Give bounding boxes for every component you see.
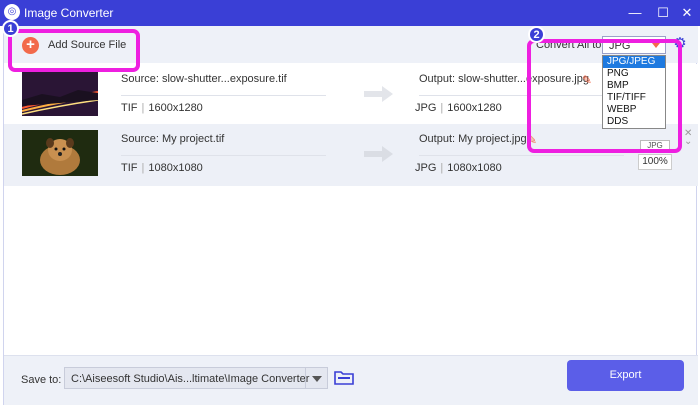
arrow-right-icon xyxy=(364,86,393,102)
output-info: JPG | 1080x1080 xyxy=(415,162,502,174)
folder-icon[interactable] xyxy=(334,369,354,385)
step-badge-1: 1 xyxy=(2,20,19,37)
separator: | xyxy=(440,162,444,174)
save-path-select[interactable]: C:\Aiseesoft Studio\Ais...ltimate\Image … xyxy=(64,367,328,389)
divider xyxy=(121,95,326,96)
output-format: JPG xyxy=(415,162,437,174)
step-badge-2: 2 xyxy=(528,26,545,43)
highlight-box-add-source xyxy=(8,29,140,72)
divider xyxy=(121,155,326,156)
output-filename: Output: My project.jpg xyxy=(419,133,527,145)
source-info: TIF | 1600x1280 xyxy=(121,102,203,114)
file-thumbnail xyxy=(22,70,98,116)
puppy-thumbnail-image xyxy=(22,130,98,176)
output-size: 1080x1080 xyxy=(447,162,502,174)
highlight-box-convert-all xyxy=(527,39,682,153)
chevron-down-icon[interactable] xyxy=(305,368,327,388)
separator: | xyxy=(141,102,145,114)
window-title: Image Converter xyxy=(24,6,114,20)
source-format: TIF xyxy=(121,102,138,114)
source-size: 1600x1280 xyxy=(148,102,203,114)
source-size: 1080x1080 xyxy=(148,162,203,174)
output-format: JPG xyxy=(415,102,437,114)
quality-value[interactable]: 100% xyxy=(638,154,672,170)
save-path-value: C:\Aiseesoft Studio\Ais...ltimate\Image … xyxy=(71,373,310,385)
output-size: 1600x1280 xyxy=(447,102,502,114)
source-format: TIF xyxy=(121,162,138,174)
app-logo-icon: ◎ xyxy=(4,4,20,20)
export-button[interactable]: Export xyxy=(567,360,684,391)
separator: | xyxy=(141,162,145,174)
arrow-right-icon xyxy=(364,146,393,162)
minimize-icon[interactable]: — xyxy=(626,4,644,22)
long-exposure-thumbnail-image xyxy=(22,70,98,116)
file-thumbnail xyxy=(22,130,98,176)
output-info: JPG | 1600x1280 xyxy=(415,102,502,114)
divider xyxy=(419,155,624,156)
separator: | xyxy=(440,102,444,114)
source-filename: Source: slow-shutter...exposure.tif xyxy=(121,73,287,85)
source-filename: Source: My project.tif xyxy=(121,133,225,145)
bottom-bar: Save to: C:\Aiseesoft Studio\Ais...ltima… xyxy=(4,355,698,405)
save-to-label: Save to: xyxy=(21,374,62,386)
close-icon[interactable]: ✕ xyxy=(678,4,696,22)
title-bar: ◎ Image Converter — ☐ ✕ xyxy=(0,0,700,26)
chevron-down-icon[interactable]: ✕ ⌄ xyxy=(684,129,692,147)
maximize-icon[interactable]: ☐ xyxy=(654,4,672,22)
source-info: TIF | 1080x1080 xyxy=(121,162,203,174)
